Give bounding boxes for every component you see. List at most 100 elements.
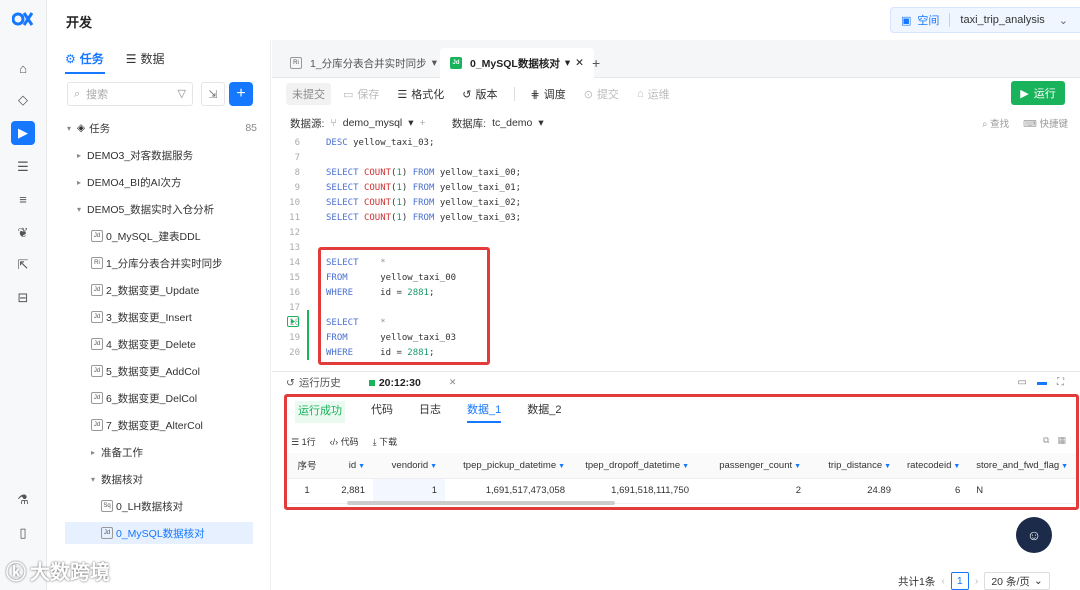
page-number[interactable]: 1 (950, 572, 969, 590)
flask-icon[interactable]: ⚗ (13, 490, 33, 510)
tab-data-1[interactable]: 数据_1 (467, 401, 502, 423)
sort-icon: ▼ (882, 462, 891, 470)
filter-icon[interactable]: ▽ (178, 87, 186, 100)
tree-item[interactable]: Jd 3_数据变更_Insert (91, 306, 192, 328)
column-header[interactable]: trip_distance ▼ (809, 453, 899, 479)
run-line-icon[interactable]: ▶ (287, 316, 299, 327)
layout-icon[interactable]: ▭ (1018, 377, 1027, 388)
column-header[interactable]: vendorid ▼ (373, 453, 445, 479)
code-editor[interactable]: 6 DESC yellow_taxi_03; 7 8 SELECT COUNT(1) F… (272, 136, 1080, 370)
column-header[interactable]: id ▼ (327, 453, 373, 479)
book-icon[interactable]: ▯ (13, 523, 33, 543)
download-button[interactable]: ⤓ 下载 (373, 435, 398, 448)
find-button[interactable]: ⌕ 查找 (982, 116, 1009, 130)
file-icon: Sq (101, 500, 113, 512)
column-header[interactable]: passenger_count ▼ (697, 453, 809, 479)
new-tab-button[interactable]: + (582, 48, 610, 78)
tree-item[interactable]: Sq 0_LH数据核对 (101, 495, 183, 517)
home-icon[interactable]: ⌂ (13, 58, 33, 78)
code-button[interactable]: ‹/› 代码 (330, 435, 359, 448)
history-icon: ↺ (462, 88, 472, 101)
copy-icon[interactable]: ⧉ (1043, 435, 1049, 446)
tree-item-label: 3_数据变更_Insert (106, 311, 192, 324)
export-icon[interactable]: ⇱ (13, 255, 33, 275)
grid-icon[interactable]: ▦ (1057, 435, 1066, 446)
tab-run-history[interactable]: ↺ 运行历史 (272, 372, 355, 394)
cube-icon[interactable]: ◇ (13, 90, 33, 110)
tab-file-check[interactable]: Jd 0_MySQL数据核对 ▾ ✕ (440, 48, 594, 78)
tab-log[interactable]: 日志 (419, 401, 441, 423)
ops-button[interactable]: ⌂ 运维 (631, 83, 676, 105)
list-icon[interactable]: ≡ (13, 189, 33, 209)
tree-root[interactable]: ▾ ◈ 任务 85 (67, 117, 257, 139)
tree-item[interactable]: Jd 0_MySQL数据核对 (65, 522, 253, 544)
line-number: 17 (289, 303, 300, 313)
workspace-label: 空间 (917, 15, 940, 27)
datasource-select[interactable]: demo_mysql (343, 117, 403, 129)
sort-icon: ▼ (792, 462, 801, 470)
column-header[interactable]: tpep_pickup_datetime ▼ (445, 453, 573, 479)
tree-item[interactable]: Jd 7_数据变更_AlterCol (91, 414, 203, 436)
search-input[interactable]: ⌕ 搜索 ▽ (67, 82, 193, 106)
tree-item[interactable]: ▸ 准备工作 (91, 441, 143, 463)
tree-item[interactable]: Jd 2_数据变更_Update (91, 279, 199, 301)
chat-assistant-button[interactable]: ☺ (1016, 517, 1052, 553)
caret-icon: ▸ (77, 150, 82, 160)
workspace-selector[interactable]: ▣ 空间 taxi_trip_analysis ⌄ (890, 7, 1080, 33)
tree-item[interactable]: Jd 6_数据变更_DelCol (91, 387, 197, 409)
next-page-icon[interactable]: › (975, 575, 979, 587)
table-row[interactable]: 1 2,881 1 1,691,517,473,058 1,691,518,111,75… (287, 478, 1076, 504)
tab-success[interactable]: 运行成功 (295, 401, 345, 423)
run-button[interactable]: ▶ 运行 (1011, 81, 1065, 105)
format-icon: ☰ (397, 88, 408, 101)
tree-item[interactable]: ▾ 数据核对 (91, 468, 143, 490)
panel-icon[interactable]: ▬ (1037, 377, 1047, 388)
save-button[interactable]: ▭ 保存 (337, 83, 385, 105)
tree-item[interactable]: Jd 0_MySQL_建表DDL (91, 225, 201, 247)
tab-data-2[interactable]: 数据_2 (527, 401, 561, 423)
tree-item[interactable]: ▾ DEMO5_数据实时入仓分析 (77, 198, 214, 220)
column-header[interactable]: 序号 (287, 453, 327, 479)
column-header[interactable]: ratecodeid ▼ (899, 453, 969, 479)
tab-code[interactable]: 代码 (371, 401, 393, 423)
line-number: 10 (289, 198, 300, 208)
format-button[interactable]: ☰ 格式化 (391, 83, 450, 105)
sort-icon: ▼ (951, 462, 961, 470)
table-cell: 2 (697, 478, 809, 504)
column-header[interactable]: tpep_dropoff_datetime ▼ (573, 453, 697, 479)
tab-run-record[interactable]: 20:12:30 ✕ (354, 371, 471, 394)
tree-item[interactable]: ▸ DEMO3_对客数据服务 (77, 144, 193, 166)
tab-data[interactable]: ☰ 数据 (126, 50, 165, 67)
table-cell: 1,691,518,111,750 (573, 478, 697, 504)
tab-tasks[interactable]: ⚙ 任务 (65, 50, 104, 67)
storage-icon[interactable]: ⊟ (13, 288, 33, 308)
tree-item[interactable]: Jd 5_数据变更_AddCol (91, 360, 200, 382)
horizontal-scrollbar[interactable] (347, 501, 615, 505)
tree-item[interactable]: Ri 1_分库分表合并实时同步 (91, 252, 223, 274)
database-icon[interactable]: ☰ (13, 157, 33, 177)
add-button[interactable]: + (229, 82, 253, 106)
chevron-down-icon: ▾ (564, 57, 571, 69)
commit-button[interactable]: ⊙ 提交 (578, 83, 625, 105)
prev-page-icon[interactable]: ‹ (941, 575, 945, 587)
close-icon[interactable]: ✕ (449, 377, 457, 388)
add-icon[interactable]: + (420, 117, 426, 129)
expand-icon[interactable]: ⛶ (1057, 377, 1064, 388)
explorer-panel: ⚙ 任务 ☰ 数据 ⌕ 搜索 ▽ ⇲ + ▾ ◈ 任务 85 ▸ DEMO3_对客数据… (47, 40, 271, 590)
shortcut-button[interactable]: ⌨ 快捷键 (1023, 116, 1068, 130)
tree-item[interactable]: Jd 4_数据变更_Delete (91, 333, 196, 355)
version-button[interactable]: ↺ 版本 (456, 83, 503, 105)
terminal-icon[interactable]: ▶ (11, 121, 35, 145)
collapse-icon: ⇲ (208, 88, 218, 101)
column-header[interactable]: store_and_fwd_flag ▼ (968, 453, 1076, 479)
code-line: SELECT COUNT(1) FROM yellow_taxi_00; (326, 168, 522, 178)
tree-item[interactable]: ▸ DEMO4_BI的AI次方 (77, 171, 182, 193)
tab-file-sync[interactable]: Ri 1_分库分表合并实时同步 ▾ (280, 48, 458, 78)
database-select[interactable]: tc_demo (492, 117, 532, 129)
schedule-button[interactable]: ⋕ 调度 (525, 83, 572, 105)
page-size-select[interactable]: 20 条/页 ⌄ (984, 572, 1050, 590)
app-logo[interactable] (12, 10, 34, 28)
leaf-icon[interactable]: ❦ (13, 223, 33, 243)
success-icon (368, 379, 375, 386)
collapse-button[interactable]: ⇲ (201, 82, 225, 106)
